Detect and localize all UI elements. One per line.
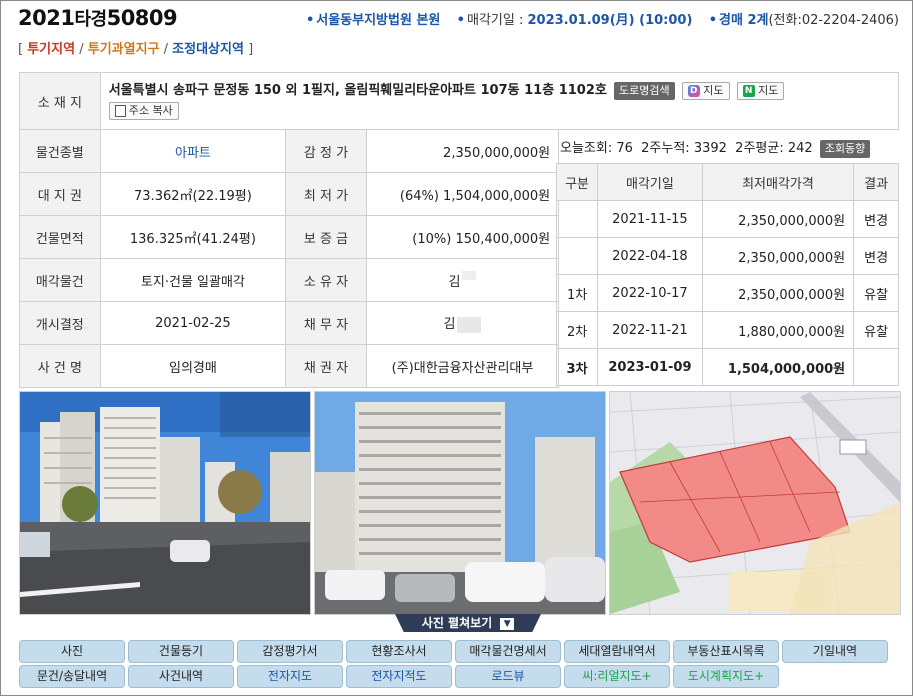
row-label: 채 무 자 (285, 301, 367, 345)
debtor-name: 김 (443, 317, 456, 333)
creditor-name: (주)대한금융자산관리대부 (365, 344, 560, 388)
road-name-search-button[interactable]: 도로명검색 (614, 81, 675, 100)
case-number: 2021타경50809 (18, 5, 178, 31)
deposit-value: (10%) 150,400,000원 (365, 215, 560, 259)
case-name-value: 임의경매 (99, 344, 287, 388)
naver-map-button[interactable]: N 지도 (736, 81, 785, 100)
copy-address-button[interactable]: 주소 복사 (108, 101, 179, 120)
nav-sale-specification[interactable]: 매각물건명세서 (455, 640, 561, 663)
view-stats: 오늘조회: 76 2주누적: 3392 2주평균: 242 조회동향 (560, 137, 871, 158)
case-type: 타경 (74, 9, 107, 30)
row-label: 사 건 명 (19, 344, 101, 388)
dept-phone: (전화:02-2204-2406) (768, 13, 899, 28)
column-header: 구분 (555, 163, 599, 201)
photo-expand-button[interactable]: 사진 펼쳐보기 ▼ (395, 614, 541, 632)
sale-history-table: 구분 매각기일 최저매각가격 결과 2021-11-15 2,350,000,0… (555, 163, 899, 386)
table-row: 2차 2022-11-21 1,880,000,000원 유찰 (555, 311, 899, 349)
tag-adjustment-zone: 조정대상지역 (172, 42, 244, 57)
nav-photos[interactable]: 사진 (19, 640, 125, 663)
sale-object-value: 토지·건물 일괄매각 (99, 258, 287, 302)
chevron-down-icon: ▼ (500, 617, 515, 630)
table-row: 1차 2022-10-17 2,350,000,000원 유찰 (555, 274, 899, 312)
table-row: 3차 2023-01-09 1,504,000,000원 (555, 348, 899, 386)
building-area-value: 136.325㎡(41.24평) (99, 215, 287, 259)
street-photo[interactable] (19, 391, 311, 615)
table-row: 2021-11-15 2,350,000,000원 변경 (555, 200, 899, 238)
row-label: 건물면적 (19, 215, 101, 259)
address-label: 소 재 지 (19, 72, 101, 130)
property-type-link[interactable]: 아파트 (175, 146, 211, 161)
nav-property-list[interactable]: 부동산표시목록 (673, 640, 779, 663)
view-trend-button[interactable]: 조회동향 (819, 139, 871, 158)
court-name[interactable]: 서울동부지방법원 본원 (316, 13, 440, 28)
column-header: 최저매각가격 (701, 163, 855, 201)
copy-icon (114, 104, 126, 117)
redacted-mark (462, 270, 477, 280)
nav-urban-plan-map-plus[interactable]: 도시계획지도+ (673, 665, 779, 688)
appraised-price: 2,350,000,000원 (365, 129, 560, 173)
row-label: 물건종별 (19, 129, 101, 173)
row-label: 최 저 가 (285, 172, 367, 216)
nav-building-register[interactable]: 건물등기 (128, 640, 234, 663)
address-row: 소 재 지 서울특별시 송파구 문정동 150 외 1필지, 올림픽훼밀리타운아… (19, 72, 900, 130)
row-label: 소 유 자 (285, 258, 367, 302)
redacted-mark (457, 316, 482, 333)
nav-cadastral-map[interactable]: 전자지적도 (346, 665, 452, 688)
nav-e-map[interactable]: 전자지도 (237, 665, 343, 688)
daum-icon: D (687, 84, 700, 97)
start-decision-date: 2021-02-25 (99, 301, 287, 345)
owner-cell: 김 (365, 258, 560, 302)
bullet-icon: • (456, 13, 465, 28)
column-header: 매각기일 (597, 163, 703, 201)
debtor-cell: 김 (365, 301, 560, 345)
case-num: 50809 (106, 6, 178, 30)
land-map-image[interactable] (609, 391, 901, 615)
nav-case-history[interactable]: 사건내역 (128, 665, 234, 688)
case-year: 2021 (18, 6, 75, 30)
table-header-row: 구분 매각기일 최저매각가격 결과 (555, 163, 899, 201)
owner-name: 김 (448, 274, 461, 290)
region-tags: [ 투기지역 / 투기과열지구 / 조정대상지역 ] (18, 42, 254, 57)
bullet-icon: • (708, 13, 717, 28)
nav-real-map-plus[interactable]: 씨:리얼지도+ (564, 665, 670, 688)
auction-dept: 경매 2계 (719, 13, 769, 28)
row-label: 감 정 가 (285, 129, 367, 173)
row-label: 채 권 자 (285, 344, 367, 388)
minimum-price: (64%) 1,504,000,000원 (365, 172, 560, 216)
column-header: 결과 (853, 163, 899, 201)
bullet-icon: • (305, 13, 315, 28)
tag-overheated-zone: 투기과열지구 (87, 42, 160, 57)
address-cell: 서울특별시 송파구 문정동 150 외 1필지, 올림픽훼밀리타운아파트 107… (99, 72, 900, 130)
nav-roadview[interactable]: 로드뷰 (455, 665, 561, 688)
row-label: 대 지 권 (19, 172, 101, 216)
daum-map-button[interactable]: D 지도 (681, 81, 730, 100)
nav-documents-delivery[interactable]: 문건/송달내역 (19, 665, 125, 688)
land-right-value: 73.362㎡(22.19평) (99, 172, 287, 216)
sale-date-label: 매각기일 : (466, 13, 524, 28)
table-row: 2022-04-18 2,350,000,000원 변경 (555, 237, 899, 275)
building-photo[interactable] (314, 391, 606, 615)
nav-appraisal[interactable]: 감정평가서 (237, 640, 343, 663)
nav-status-report[interactable]: 현황조사서 (346, 640, 452, 663)
row-label: 개시결정 (19, 301, 101, 345)
naver-icon: N (742, 84, 755, 97)
row-label: 보 증 금 (285, 215, 367, 259)
address-text: 서울특별시 송파구 문정동 150 외 1필지, 올림픽훼밀리타운아파트 107… (108, 83, 607, 98)
nav-household-inspection[interactable]: 세대열람내역서 (564, 640, 670, 663)
nav-date-history[interactable]: 기일내역 (782, 640, 888, 663)
view-stats-text: 오늘조회: 76 2주누적: 3392 2주평균: 242 (560, 141, 813, 156)
sale-date: 2023.01.09(月) (10:00) (527, 13, 693, 28)
tag-speculative-zone: 투기지역 (27, 42, 76, 57)
court-info: • 서울동부지방법원 본원 • 매각기일 : 2023.01.09(月) (10:0… (306, 9, 899, 28)
row-label: 매각물건 (19, 258, 101, 302)
